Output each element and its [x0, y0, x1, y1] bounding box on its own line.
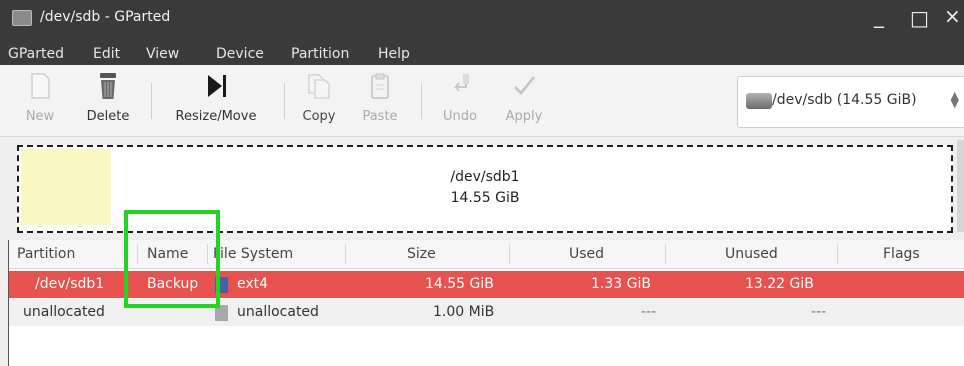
undo-button[interactable]: Undo — [434, 65, 486, 135]
spin-arrows-icon: ▲ ▼ — [950, 89, 959, 110]
maximize-button[interactable]: □ — [910, 8, 929, 28]
used-space-block — [21, 149, 111, 225]
highlight-annotation-box — [124, 210, 220, 308]
copy-button[interactable]: Copy — [296, 65, 342, 135]
resize-move-button[interactable]: Resize/Move — [164, 65, 268, 135]
title-bar: /dev/sdb - GParted _ □ × — [0, 0, 964, 38]
column-separator — [665, 244, 666, 264]
resize-move-label: Resize/Move — [175, 109, 257, 124]
map-scrollbar[interactable] — [957, 140, 964, 232]
delete-label: Delete — [86, 109, 130, 124]
menu-partition[interactable]: Partition — [291, 46, 349, 62]
new-label: New — [25, 109, 55, 124]
column-header-size[interactable]: Size — [407, 246, 436, 262]
menu-edit[interactable]: Edit — [93, 46, 120, 62]
cell-file-system: ext4 — [237, 276, 269, 292]
clipboard-icon — [371, 73, 389, 99]
menu-bar: GParted Edit View Device Partition Help — [0, 38, 964, 65]
menu-help[interactable]: Help — [378, 46, 410, 62]
checkmark-icon — [514, 76, 535, 95]
new-button[interactable]: New — [20, 65, 60, 135]
undo-label: Undo — [443, 109, 477, 124]
toolbar-separator — [421, 83, 422, 119]
map-partition-name: /dev/sdb1 — [450, 169, 520, 185]
menu-device[interactable]: Device — [216, 46, 264, 62]
cell-used: --- — [641, 304, 657, 320]
menu-gparted[interactable]: GParted — [8, 46, 64, 62]
column-header-unused[interactable]: Unused — [725, 246, 778, 262]
device-selector-label: /dev/sdb (14.55 GiB) — [772, 92, 917, 108]
cell-used: 1.33 GiB — [591, 276, 651, 292]
column-header-file-system[interactable]: File System — [213, 246, 293, 262]
cell-size: 1.00 MiB — [433, 304, 495, 320]
copy-label: Copy — [302, 109, 336, 124]
paste-label: Paste — [362, 109, 398, 124]
column-header-used[interactable]: Used — [569, 246, 604, 262]
map-partition-size: 14.55 GiB — [450, 190, 520, 206]
cell-partition: /dev/sdb1 — [35, 276, 105, 292]
minimize-button[interactable]: _ — [874, 6, 884, 26]
undo-icon — [454, 74, 469, 92]
cell-unused: --- — [811, 304, 827, 320]
cell-partition: unallocated — [23, 304, 105, 320]
cell-unused: 13.22 GiB — [745, 276, 814, 292]
menu-view[interactable]: View — [146, 46, 179, 62]
cell-file-system: unallocated — [237, 304, 319, 320]
new-document-icon — [31, 73, 50, 99]
resize-move-icon — [208, 75, 226, 97]
copy-icon — [308, 74, 330, 99]
trash-icon — [100, 73, 116, 99]
column-separator — [509, 244, 510, 264]
toolbar-separator — [151, 83, 152, 119]
toolbar-separator — [284, 83, 285, 119]
apply-button[interactable]: Apply — [498, 65, 550, 135]
paste-button[interactable]: Paste — [358, 65, 402, 135]
column-separator — [345, 244, 346, 264]
column-separator — [837, 244, 838, 264]
close-button[interactable]: × — [944, 6, 961, 26]
column-header-flags[interactable]: Flags — [883, 246, 920, 262]
device-selector[interactable]: /dev/sdb (14.55 GiB) ▲ ▼ — [737, 76, 964, 128]
apply-label: Apply — [505, 109, 543, 124]
window-title: /dev/sdb - GParted — [40, 9, 171, 25]
column-header-partition[interactable]: Partition — [17, 246, 75, 262]
hard-disk-icon — [746, 93, 772, 109]
cell-size: 14.55 GiB — [425, 276, 494, 292]
delete-button[interactable]: Delete — [82, 65, 134, 135]
gparted-app-icon — [12, 10, 32, 26]
